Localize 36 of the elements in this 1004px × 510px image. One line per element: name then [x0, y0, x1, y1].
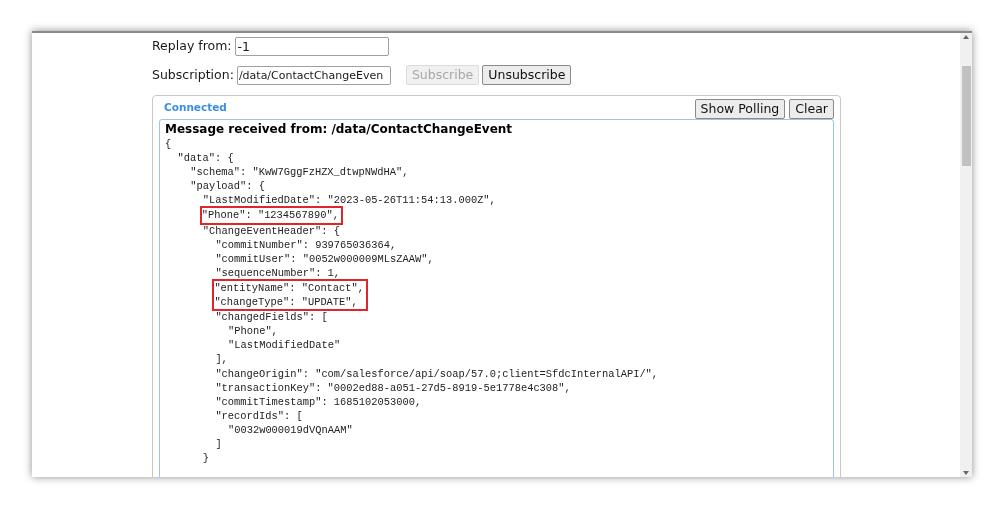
code-line: "commitNumber": 939765036364, [215, 237, 397, 252]
scroll-thumb[interactable] [961, 66, 971, 166]
code-line: } [202, 451, 210, 466]
code-line: "transactionKey": "0002ed88-a051-27d5-8919-5e1778e4c308", [215, 380, 571, 395]
field-label: Replay from: [152, 36, 232, 55]
code-line: "commitUser": "0052w000009MLsZAAW", [215, 251, 434, 266]
code-line: ] [215, 436, 222, 452]
field-label: Subscription: [152, 65, 234, 84]
code-line: "LastModifiedDate" [227, 338, 341, 353]
code-line: "schema": "KwW7GggFzHZX_dtwpNWdHA", [190, 165, 409, 180]
code-line: "Phone": "1234567890", [201, 208, 339, 223]
code-line: "ChangeEventHeader": { [202, 223, 340, 238]
scroll-up-icon[interactable] [963, 35, 969, 39]
code-line: "entityName": "Contact", [214, 280, 365, 296]
show-polling-button[interactable]: Show Polling [694, 99, 786, 119]
clear-button[interactable]: Clear [789, 99, 834, 119]
code-line: "changeOrigin": "com/salesforce/api/soap/57.0;client=SfdcInternalAPI/", [215, 366, 659, 381]
code-line: "commitTimestamp": 1685102053000, [215, 394, 422, 409]
scrollbar[interactable] [960, 33, 972, 477]
unsubscribe-button[interactable]: Unsubscribe [482, 65, 572, 85]
code-line: "Phone", [227, 324, 278, 339]
code-line: "changeType": "UPDATE", [214, 295, 358, 310]
code-line: ], [215, 352, 228, 367]
code-line: "0032w000019dVQnAAM" [227, 422, 353, 437]
code-line: { [165, 137, 172, 152]
input-field[interactable]: -1 [234, 36, 389, 56]
code-line: "recordIds": [ [215, 408, 303, 423]
message-heading: Message received from: /data/ContactChangeEvent [165, 121, 514, 137]
code-line: "changedFields": [ [215, 310, 328, 325]
input-field[interactable]: /data/ContactChangeEven [236, 65, 391, 85]
status-label: Connected [164, 100, 227, 115]
scroll-down-icon[interactable] [963, 471, 969, 475]
code-line: "LastModifiedDate": "2023-05-26T11:54:13.000Z", [202, 193, 496, 208]
code-line: "payload": { [190, 179, 265, 194]
code-line: "sequenceNumber": 1, [215, 265, 341, 280]
code-line: "data": { [177, 151, 234, 166]
